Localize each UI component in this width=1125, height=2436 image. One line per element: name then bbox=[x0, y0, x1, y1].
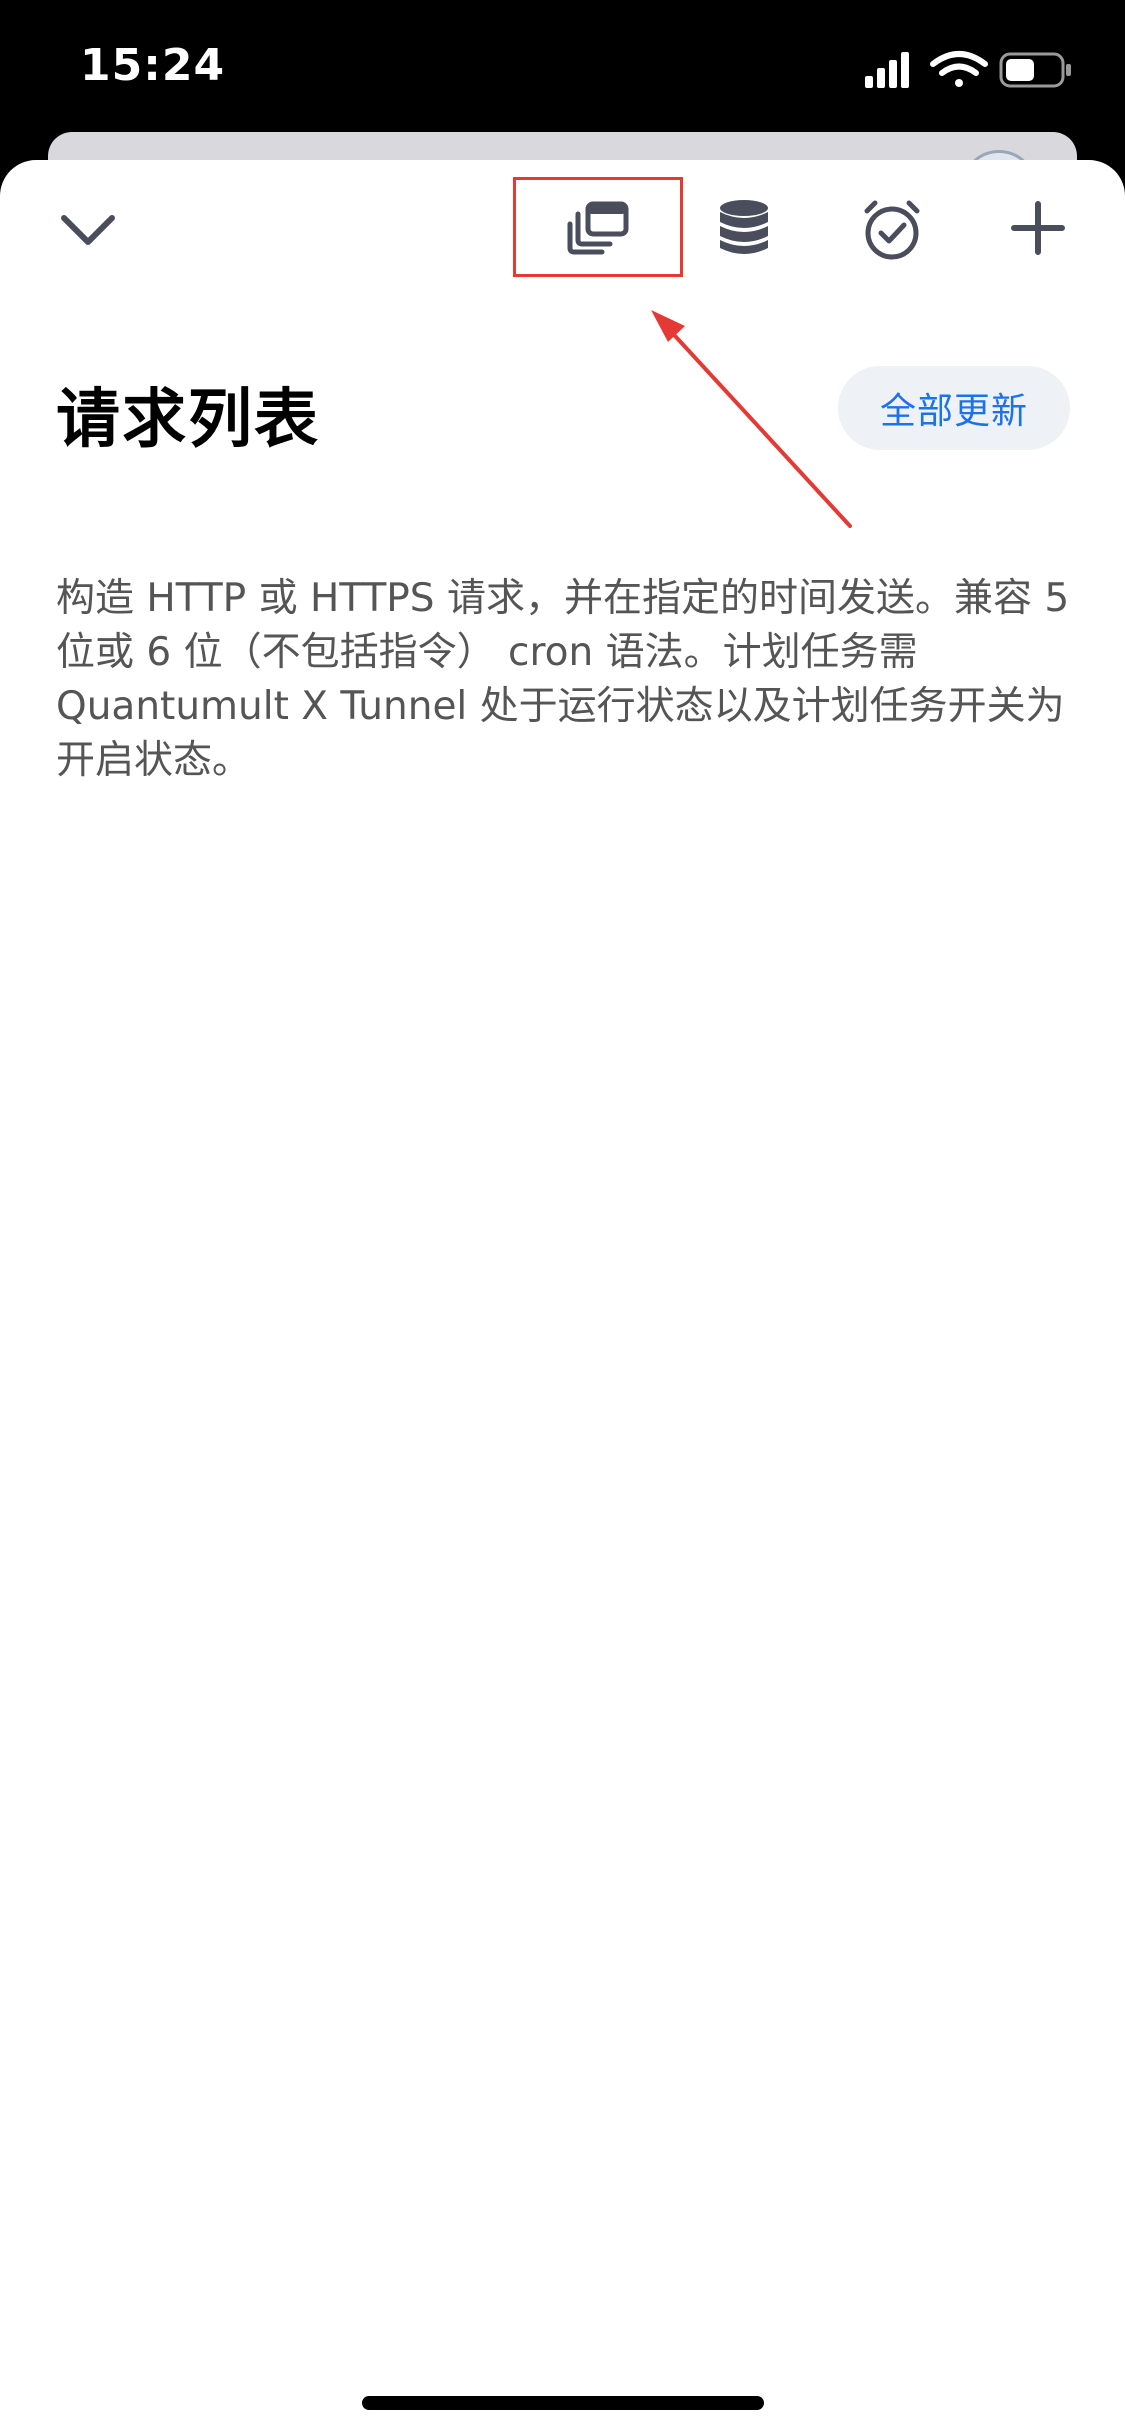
page-title: 请求列表 bbox=[56, 383, 320, 457]
schedule-button[interactable] bbox=[852, 190, 932, 270]
status-icons bbox=[865, 51, 1071, 88]
description-text: 构造 HTTP 或 HTTPS 请求，并在指定的时间发送。兼容 5 位或 6 位… bbox=[56, 576, 1070, 783]
wifi-icon bbox=[930, 51, 988, 87]
modal-sheet bbox=[0, 160, 1125, 2436]
collapse-button[interactable] bbox=[50, 192, 126, 268]
alarm-clock-icon bbox=[864, 200, 920, 260]
database-button[interactable] bbox=[706, 190, 782, 266]
annotation-highlight-box bbox=[513, 177, 683, 277]
add-button[interactable] bbox=[1000, 190, 1076, 266]
status-time: 15:24 bbox=[80, 40, 226, 91]
home-indicator[interactable] bbox=[362, 2396, 764, 2410]
update-all-button[interactable]: 全部更新 bbox=[838, 366, 1070, 450]
battery-icon bbox=[999, 52, 1071, 88]
status-bar: 15:24 bbox=[0, 0, 1125, 140]
cellular-signal-icon bbox=[865, 52, 909, 88]
chevron-down-icon bbox=[61, 215, 115, 245]
database-icon bbox=[720, 200, 768, 254]
plus-icon bbox=[1011, 201, 1065, 255]
